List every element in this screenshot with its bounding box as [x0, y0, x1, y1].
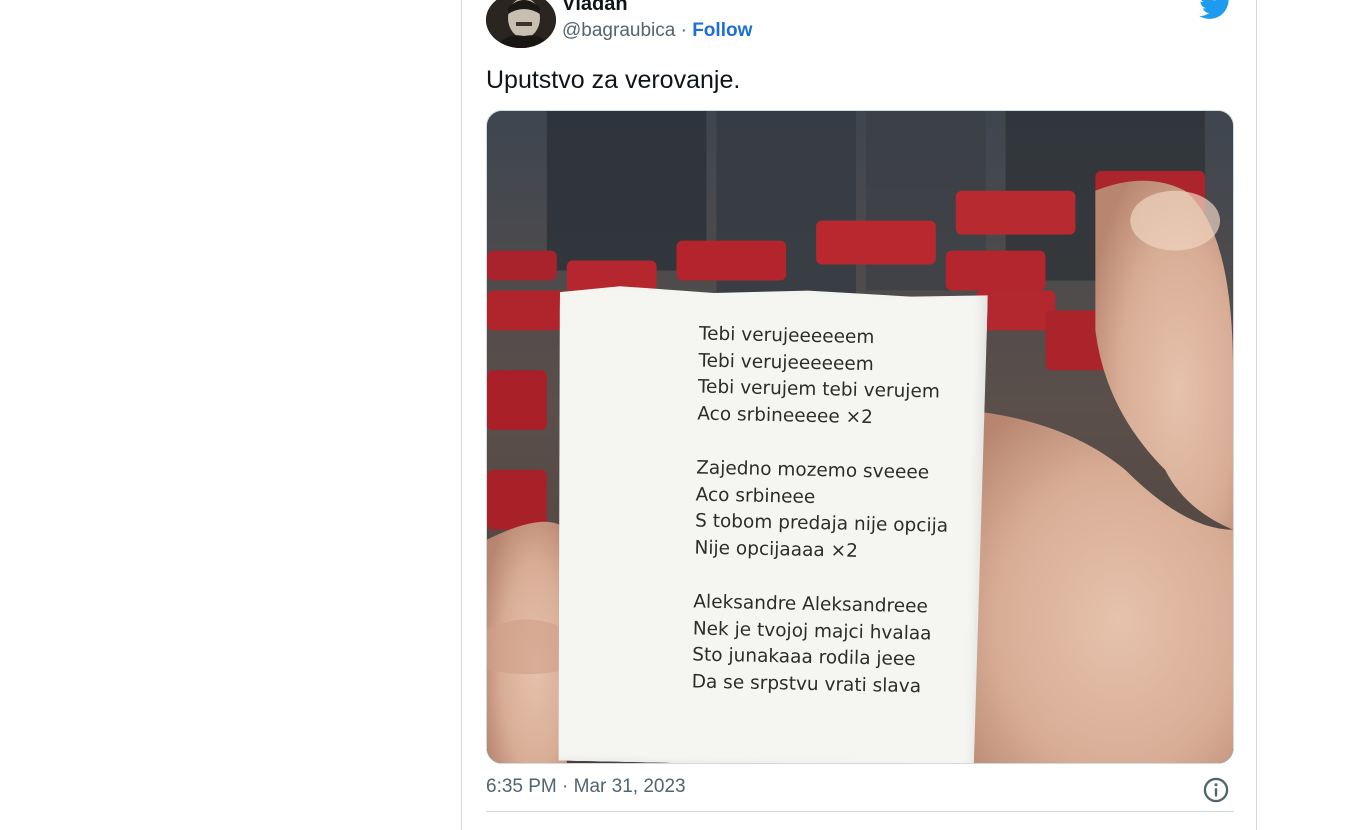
info-icon[interactable]: [1202, 776, 1230, 804]
lyrics-stanza-3: Aleksandre Aleksandreee Nek je tvojoj ma…: [691, 589, 946, 700]
lyrics-note: Tebi verujeeeeeem Tebi verujeeeeeem Tebi…: [550, 283, 988, 764]
lyrics-stanza-1: Tebi verujeeeeeem Tebi verujeeeeeem Tebi…: [697, 321, 952, 432]
tweet-card: Vladan @bagraubica · Follow Uputstvo za …: [461, 0, 1257, 830]
lyrics-text: Tebi verujeeeeeem Tebi verujeeeeeem Tebi…: [691, 321, 952, 728]
tweet-photo[interactable]: Tebi verujeeeeeem Tebi verujeeeeeem Tebi…: [486, 110, 1234, 764]
lyrics-line: Aco srbineeeee ×2: [697, 402, 874, 428]
author-handle-row: @bagraubica · Follow: [562, 19, 752, 43]
avatar-image: [486, 0, 556, 48]
author-name[interactable]: Vladan: [562, 0, 628, 16]
author-handle[interactable]: @bagraubica: [562, 20, 675, 41]
footer-divider: [486, 811, 1234, 812]
handle-separator: ·: [675, 20, 693, 41]
lyrics-line: Nije opcijaaaa ×2: [694, 536, 859, 562]
twitter-bird-icon[interactable]: [1199, 0, 1233, 20]
avatar[interactable]: [486, 0, 556, 48]
tweet-timestamp[interactable]: 6:35 PM · Mar 31, 2023: [486, 775, 686, 799]
lyrics-stanza-2: Zajedno mozemo sveeee Aco srbineee S tob…: [694, 455, 949, 566]
tweet-text: Uputstvo za verovanje.: [486, 66, 741, 94]
lyrics-line: Da se srpstvu vrati slava: [691, 670, 922, 697]
follow-button[interactable]: Follow: [692, 20, 752, 41]
